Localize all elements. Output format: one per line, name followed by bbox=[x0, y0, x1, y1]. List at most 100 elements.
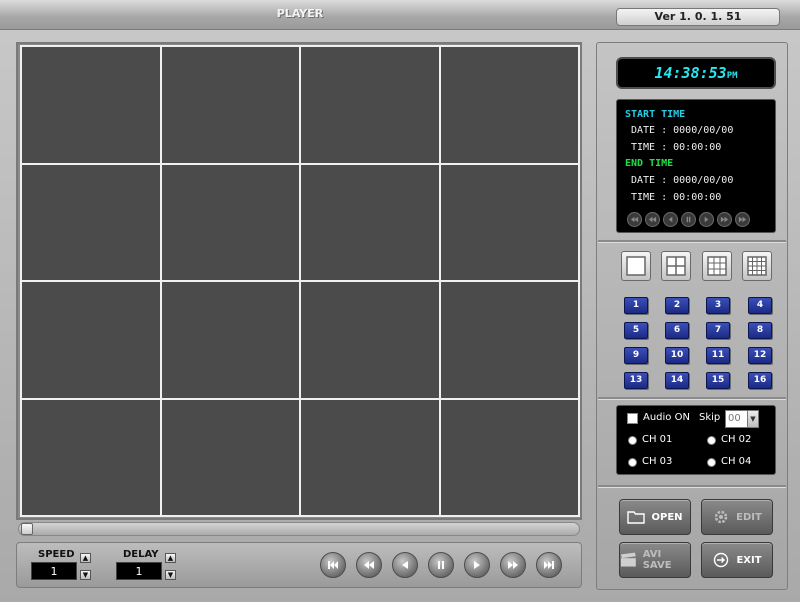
channel-button-15[interactable]: 15 bbox=[706, 372, 730, 389]
avi-save-button[interactable]: AVI SAVE bbox=[619, 542, 691, 578]
skip-to-end-icon bbox=[544, 561, 554, 569]
speed-label: SPEED bbox=[38, 549, 75, 560]
start-time-value: TIME : 00:00:00 bbox=[631, 142, 722, 153]
play-icon bbox=[474, 561, 480, 569]
channel-button-9[interactable]: 9 bbox=[624, 347, 648, 364]
mini-playback-controls bbox=[627, 212, 750, 227]
clock-ampm: PM bbox=[726, 71, 738, 81]
channel-button-14[interactable]: 14 bbox=[665, 372, 689, 389]
channel-button-13[interactable]: 13 bbox=[624, 372, 648, 389]
ch02-label: CH 02 bbox=[721, 434, 752, 445]
channel-button-2[interactable]: 2 bbox=[665, 297, 689, 314]
speed-up-icon[interactable]: ▲ bbox=[80, 553, 91, 563]
video-cell-9[interactable] bbox=[22, 282, 160, 398]
avi-save-button-label: AVI SAVE bbox=[642, 549, 672, 571]
video-cell-12[interactable] bbox=[440, 282, 578, 398]
play-icon bbox=[704, 216, 709, 223]
video-cell-15[interactable] bbox=[301, 399, 439, 515]
delay-value: 1 bbox=[116, 562, 162, 580]
player-window: PLAYER Ver 1. 0. 1. 51 SPEED 1 ▲ ▼ DELAY… bbox=[0, 0, 800, 602]
seek-handle[interactable] bbox=[21, 523, 33, 535]
mini-pause-button[interactable] bbox=[681, 212, 696, 227]
video-cell-4[interactable] bbox=[440, 47, 578, 163]
video-cell-3[interactable] bbox=[301, 47, 439, 163]
seek-slider[interactable] bbox=[18, 522, 580, 536]
clapperboard-icon bbox=[620, 552, 636, 567]
mini-forward-button[interactable] bbox=[717, 212, 732, 227]
channel-button-10[interactable]: 10 bbox=[665, 347, 689, 364]
playback-control-bar: SPEED 1 ▲ ▼ DELAY 1 ▲ ▼ bbox=[16, 542, 582, 588]
video-cell-6[interactable] bbox=[161, 164, 299, 280]
play-reverse-button[interactable] bbox=[392, 552, 418, 578]
ch01-radio[interactable] bbox=[628, 436, 637, 445]
title-bar: PLAYER Ver 1. 0. 1. 51 bbox=[0, 0, 800, 30]
video-cell-13[interactable] bbox=[22, 399, 160, 515]
channel-button-1[interactable]: 1 bbox=[624, 297, 648, 314]
pause-icon bbox=[686, 216, 691, 223]
open-button[interactable]: OPEN bbox=[619, 499, 691, 535]
mini-rewind-button[interactable] bbox=[645, 212, 660, 227]
mini-skip-end-button[interactable] bbox=[735, 212, 750, 227]
channel-button-4[interactable]: 4 bbox=[748, 297, 772, 314]
skip-to-end-button[interactable] bbox=[536, 552, 562, 578]
skip-to-start-icon bbox=[328, 561, 338, 569]
exit-icon bbox=[714, 552, 729, 568]
video-cell-10[interactable] bbox=[161, 282, 299, 398]
end-time-label: END TIME bbox=[625, 158, 674, 169]
layout-single-button[interactable] bbox=[621, 251, 651, 281]
chevron-down-icon[interactable]: ▼ bbox=[747, 411, 758, 427]
rewind-icon bbox=[648, 216, 657, 223]
end-date-value: DATE : 0000/00/00 bbox=[631, 175, 734, 186]
skip-select-value: 00 bbox=[728, 413, 741, 424]
video-cell-11[interactable] bbox=[301, 282, 439, 398]
layout-sixteen-button[interactable] bbox=[742, 251, 772, 281]
mini-skip-start-button[interactable] bbox=[627, 212, 642, 227]
layout-nine-button[interactable] bbox=[702, 251, 732, 281]
fast-forward-button[interactable] bbox=[500, 552, 526, 578]
delay-down-icon[interactable]: ▼ bbox=[165, 570, 176, 580]
video-cell-14[interactable] bbox=[161, 399, 299, 515]
layout-quad-button[interactable] bbox=[661, 251, 691, 281]
channel-button-3[interactable]: 3 bbox=[706, 297, 730, 314]
edit-button-label: EDIT bbox=[736, 511, 762, 523]
pause-button[interactable] bbox=[428, 552, 454, 578]
fast-forward-icon bbox=[508, 561, 518, 569]
end-time-value: TIME : 00:00:00 bbox=[631, 192, 722, 203]
edit-button[interactable]: EDIT bbox=[701, 499, 773, 535]
skip-to-start-icon bbox=[630, 216, 639, 223]
channel-button-12[interactable]: 12 bbox=[748, 347, 772, 364]
channel-button-7[interactable]: 7 bbox=[706, 322, 730, 339]
channel-button-8[interactable]: 8 bbox=[748, 322, 772, 339]
video-cell-1[interactable] bbox=[22, 47, 160, 163]
ch02-radio[interactable] bbox=[707, 436, 716, 445]
ch04-label: CH 04 bbox=[721, 456, 752, 467]
fast-forward-icon bbox=[720, 216, 729, 223]
skip-to-start-button[interactable] bbox=[320, 552, 346, 578]
channel-button-6[interactable]: 6 bbox=[665, 322, 689, 339]
digital-clock: 14:38:53PM bbox=[616, 57, 776, 89]
audio-on-checkbox[interactable] bbox=[627, 413, 638, 424]
video-cell-8[interactable] bbox=[440, 164, 578, 280]
start-date-value: DATE : 0000/00/00 bbox=[631, 125, 734, 136]
ch03-radio[interactable] bbox=[628, 458, 637, 467]
video-cell-2[interactable] bbox=[161, 47, 299, 163]
exit-button[interactable]: EXIT bbox=[701, 542, 773, 578]
channel-button-5[interactable]: 5 bbox=[624, 322, 648, 339]
mini-reverse-button[interactable] bbox=[663, 212, 678, 227]
single-view-icon bbox=[626, 256, 646, 276]
version-label: Ver 1. 0. 1. 51 bbox=[616, 8, 780, 26]
speed-down-icon[interactable]: ▼ bbox=[80, 570, 91, 580]
channel-button-16[interactable]: 16 bbox=[748, 372, 772, 389]
folder-icon bbox=[627, 511, 646, 524]
delay-up-icon[interactable]: ▲ bbox=[165, 553, 176, 563]
rewind-button[interactable] bbox=[356, 552, 382, 578]
video-cell-5[interactable] bbox=[22, 164, 160, 280]
play-button[interactable] bbox=[464, 552, 490, 578]
skip-select[interactable]: 00 ▼ bbox=[725, 410, 759, 428]
mini-play-button[interactable] bbox=[699, 212, 714, 227]
video-cell-7[interactable] bbox=[301, 164, 439, 280]
exit-button-label: EXIT bbox=[736, 554, 762, 566]
channel-button-11[interactable]: 11 bbox=[706, 347, 730, 364]
video-cell-16[interactable] bbox=[440, 399, 578, 515]
ch04-radio[interactable] bbox=[707, 458, 716, 467]
